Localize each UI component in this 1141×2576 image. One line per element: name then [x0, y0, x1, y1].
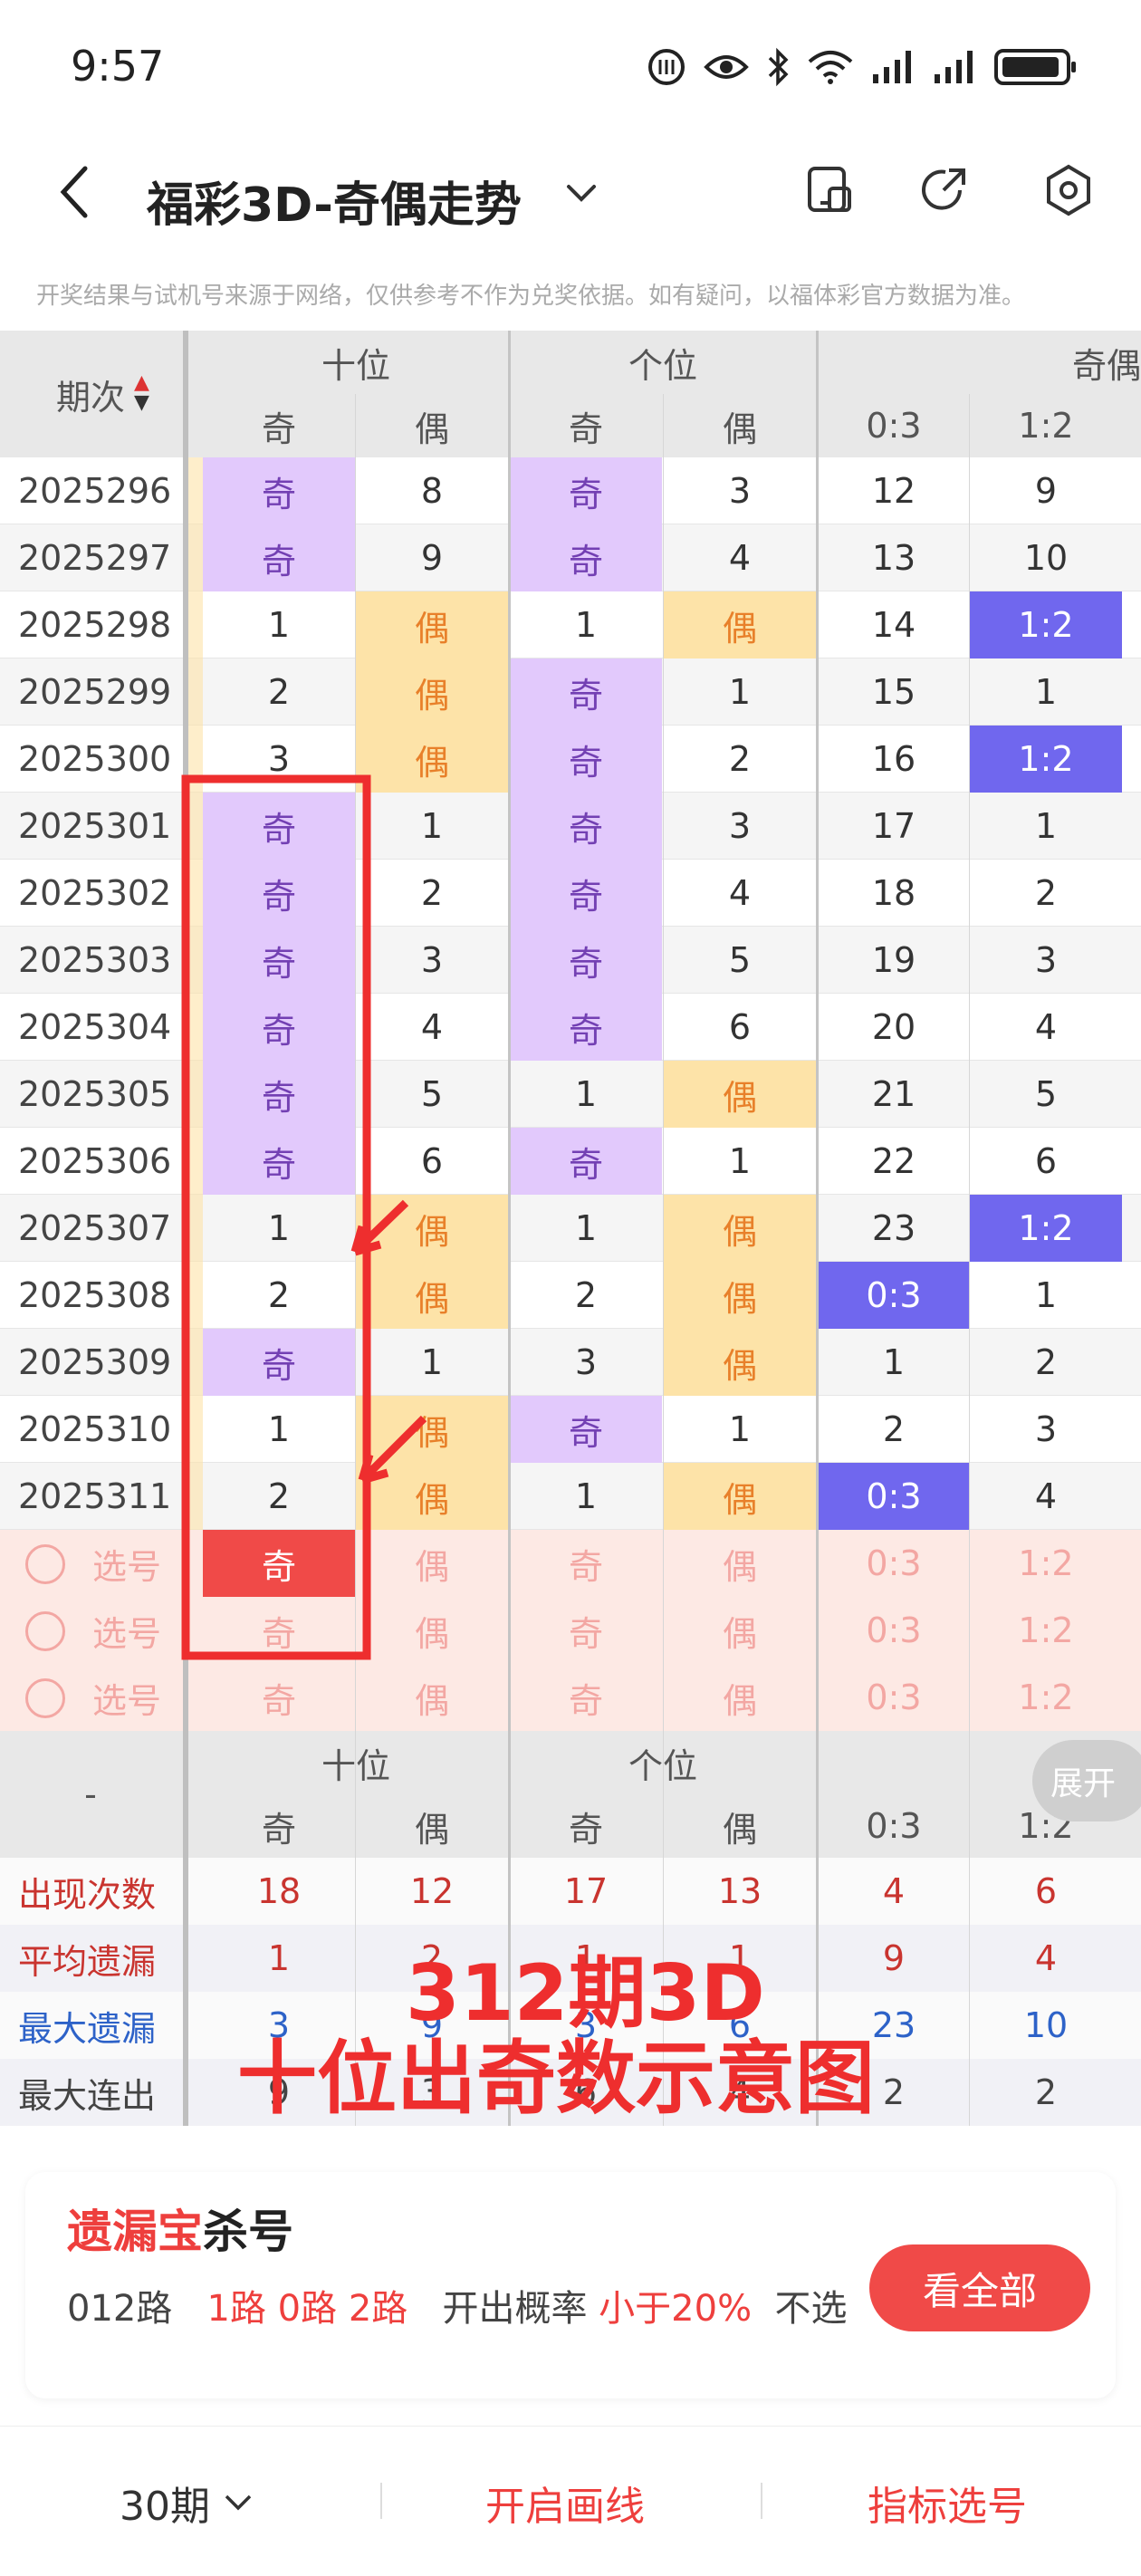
period-select[interactable]: 30期 — [120, 2474, 254, 2532]
divider — [380, 2483, 382, 2519]
chevron-down-icon — [225, 2494, 252, 2511]
card-brand: 遗漏宝 — [67, 2206, 203, 2258]
card-routes: 1路 0路 2路 — [206, 2288, 408, 2330]
card-title: 杀号 — [203, 2206, 293, 2258]
divider — [761, 2483, 762, 2519]
bottom-toolbar: 30期 开启画线 指标选号 — [0, 2426, 1141, 2576]
annotation-box — [181, 774, 371, 1660]
annotation-subtitle: 十位出奇数示意图 — [237, 2032, 876, 2125]
annotation-arrow-2 — [359, 1415, 427, 1484]
indicator-select-button[interactable]: 指标选号 — [868, 2474, 1027, 2532]
card-rate-value: 小于20% — [599, 2288, 753, 2330]
view-all-button[interactable]: 看全部 — [869, 2244, 1090, 2331]
card-suffix: 不选 — [774, 2288, 848, 2330]
card-desc-prefix: 012路 — [67, 2288, 173, 2330]
period-select-label: 30期 — [120, 2484, 210, 2530]
draw-line-button[interactable]: 开启画线 — [485, 2474, 645, 2532]
kill-number-card: 遗漏宝杀号 012路 1路 0路 2路 开出概率 小于20% 不选 看全部 — [25, 2172, 1116, 2398]
card-rate-label: 开出概率 — [442, 2288, 588, 2330]
